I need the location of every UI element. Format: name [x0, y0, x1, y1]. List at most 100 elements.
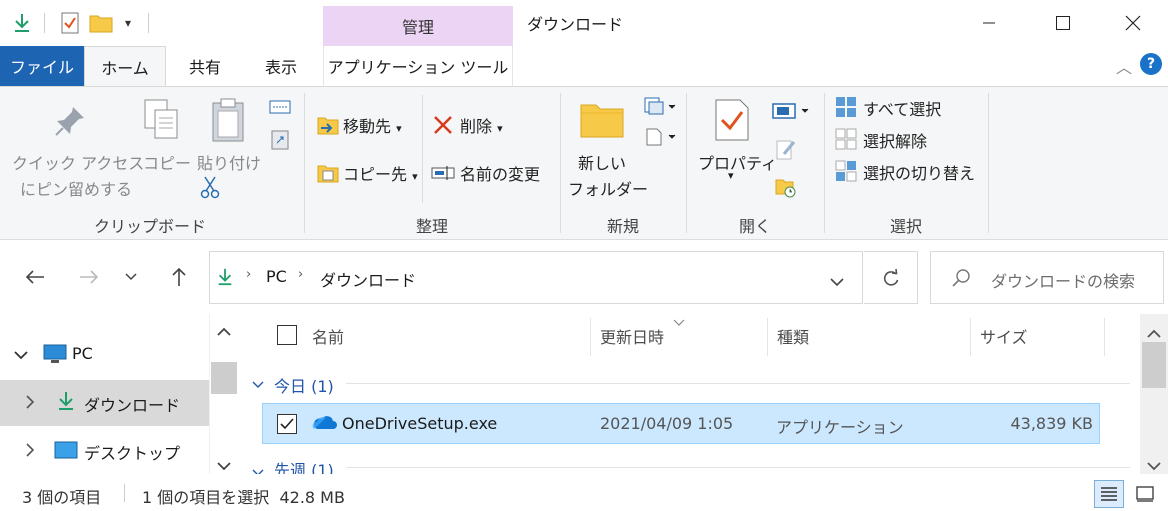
tab-home[interactable]: ホーム — [84, 46, 166, 87]
properties-quick-icon[interactable] — [58, 11, 82, 35]
new-folder-icon[interactable] — [578, 97, 626, 143]
easy-access-icon[interactable] — [642, 125, 678, 147]
nav-label: PC — [72, 344, 93, 363]
tab-file[interactable]: ファイル — [0, 46, 84, 86]
select-none-button[interactable]: 選択解除 — [863, 128, 927, 152]
copy-icon[interactable] — [142, 97, 182, 143]
open-icon[interactable] — [770, 99, 814, 123]
group-header-today[interactable]: 今日 (1) — [274, 373, 334, 397]
properties-icon[interactable] — [712, 97, 752, 143]
file-list-scroll-thumb[interactable] — [1142, 342, 1166, 388]
delete-button[interactable]: 削除 ▾ — [460, 113, 503, 137]
copy-path-icon[interactable] — [268, 97, 292, 117]
chevron-down-icon[interactable] — [14, 346, 28, 365]
file-date: 2021/04/09 1:05 — [600, 414, 734, 433]
maximize-button[interactable] — [1040, 0, 1086, 46]
row-checkbox[interactable] — [277, 414, 297, 434]
close-button[interactable] — [1110, 0, 1156, 46]
search-box[interactable]: ダウンロードの検索 — [930, 251, 1164, 304]
tab-app-tools[interactable]: アプリケーション ツール — [323, 46, 513, 86]
new-item-icon[interactable] — [642, 95, 678, 117]
properties-dropdown-icon[interactable]: ▾ — [728, 169, 734, 182]
download-icon — [216, 266, 234, 292]
move-to-icon[interactable] — [316, 113, 340, 137]
paste-label[interactable]: 貼り付け — [197, 150, 261, 174]
chevron-down-icon[interactable] — [252, 374, 264, 393]
new-folder-label-1[interactable]: 新しい — [578, 150, 626, 174]
clipboard-group-label: クリップボード — [93, 217, 206, 236]
edit-icon[interactable] — [774, 137, 798, 161]
breadcrumb-downloads[interactable]: ダウンロード — [320, 267, 416, 291]
computer-icon — [43, 344, 67, 368]
minimize-button[interactable] — [966, 0, 1012, 46]
copy-label[interactable]: コピー — [143, 150, 191, 174]
copy-to-button[interactable]: コピー先 ▾ — [343, 161, 418, 185]
address-dropdown-icon[interactable] — [830, 272, 844, 291]
nav-scroll-thumb[interactable] — [211, 362, 237, 394]
cut-icon[interactable] — [198, 175, 222, 199]
file-list-scrollbar[interactable] — [1140, 314, 1168, 474]
large-icons-view-button[interactable] — [1130, 480, 1160, 508]
history-icon[interactable] — [774, 175, 798, 199]
delete-icon[interactable] — [431, 113, 455, 137]
help-icon[interactable]: ? — [1140, 53, 1162, 75]
tab-view[interactable]: 表示 — [246, 46, 316, 86]
chevron-right-icon[interactable] — [26, 442, 36, 461]
pin-icon[interactable] — [50, 101, 90, 141]
window-title: ダウンロード — [527, 15, 624, 34]
scroll-down-icon[interactable] — [217, 456, 231, 475]
select-none-icon[interactable] — [834, 127, 858, 151]
move-to-button[interactable]: 移動先 ▾ — [343, 113, 402, 137]
scroll-up-icon[interactable] — [217, 322, 231, 341]
pin-quick-access-label-1[interactable]: クイック アクセス — [12, 150, 144, 174]
new-folder-quick-icon[interactable] — [88, 11, 114, 35]
file-size: 43,839 KB — [1010, 414, 1093, 433]
copy-to-icon[interactable] — [316, 161, 340, 185]
status-bar: 3 個の項目 1 個の項目を選択 42.8 MB — [0, 474, 1168, 511]
breadcrumb-pc[interactable]: PC — [266, 267, 287, 286]
address-bar[interactable]: › PC › ダウンロード — [209, 251, 863, 304]
nav-label: ダウンロード — [84, 396, 181, 415]
invert-selection-button[interactable]: 選択の切り替え — [863, 160, 975, 184]
properties-label[interactable]: プロパティ — [698, 150, 777, 174]
tab-share[interactable]: 共有 — [170, 46, 240, 86]
scroll-down-icon[interactable] — [1147, 456, 1161, 475]
rename-button[interactable]: 名前の変更 — [460, 161, 540, 185]
manage-label: 管理 — [401, 18, 434, 37]
refresh-button[interactable] — [864, 251, 918, 304]
rename-icon[interactable] — [431, 161, 455, 185]
select-all-checkbox[interactable] — [277, 325, 297, 345]
download-arrow-icon[interactable] — [10, 11, 34, 35]
recent-locations-icon[interactable] — [116, 262, 146, 292]
forward-button[interactable] — [74, 262, 104, 292]
paste-shortcut-icon[interactable] — [268, 127, 292, 151]
table-row[interactable]: OneDriveSetup.exe 2021/04/09 1:05 アプリケーシ… — [262, 403, 1100, 444]
details-view-button[interactable] — [1094, 480, 1124, 508]
new-folder-label-2[interactable]: フォルダー — [568, 176, 648, 200]
file-name[interactable]: OneDriveSetup.exe — [342, 414, 497, 433]
chevron-right-icon[interactable] — [26, 394, 36, 413]
column-header-name[interactable]: 名前 — [312, 314, 344, 358]
download-icon — [56, 390, 76, 416]
ribbon: クイック アクセス にピン留めする コピー 貼り付け クリップボード 移動先 ▾… — [0, 86, 1168, 240]
collapse-ribbon-icon[interactable]: ︿ — [1116, 54, 1132, 78]
nav-item-downloads[interactable]: ダウンロード — [0, 380, 209, 426]
column-header-date[interactable]: 更新日時 — [600, 314, 664, 358]
column-header-type[interactable]: 種類 — [777, 314, 809, 358]
nav-item-desktop[interactable]: デスクトップ — [0, 428, 209, 474]
pin-quick-access-label-2[interactable]: にピン留めする — [20, 176, 132, 200]
nav-item-pc[interactable]: PC — [0, 332, 209, 378]
up-button[interactable] — [164, 262, 194, 292]
back-button[interactable] — [20, 262, 50, 292]
customize-toolbar-icon[interactable]: ▾ — [118, 11, 138, 35]
invert-selection-icon[interactable] — [834, 159, 858, 183]
ribbon-tabs: ファイル ホーム 共有 表示 アプリケーション ツール ︿ ? — [0, 46, 1168, 87]
scroll-up-icon[interactable] — [1147, 324, 1161, 343]
column-header-size[interactable]: サイズ — [980, 314, 1028, 358]
selection-info: 1 個の項目を選択 42.8 MB — [142, 488, 345, 507]
nav-scrollbar[interactable] — [209, 314, 237, 474]
select-all-icon[interactable] — [834, 95, 858, 119]
onedrive-icon — [311, 413, 337, 435]
select-all-button[interactable]: すべて選択 — [863, 96, 941, 120]
paste-icon[interactable] — [208, 97, 248, 143]
